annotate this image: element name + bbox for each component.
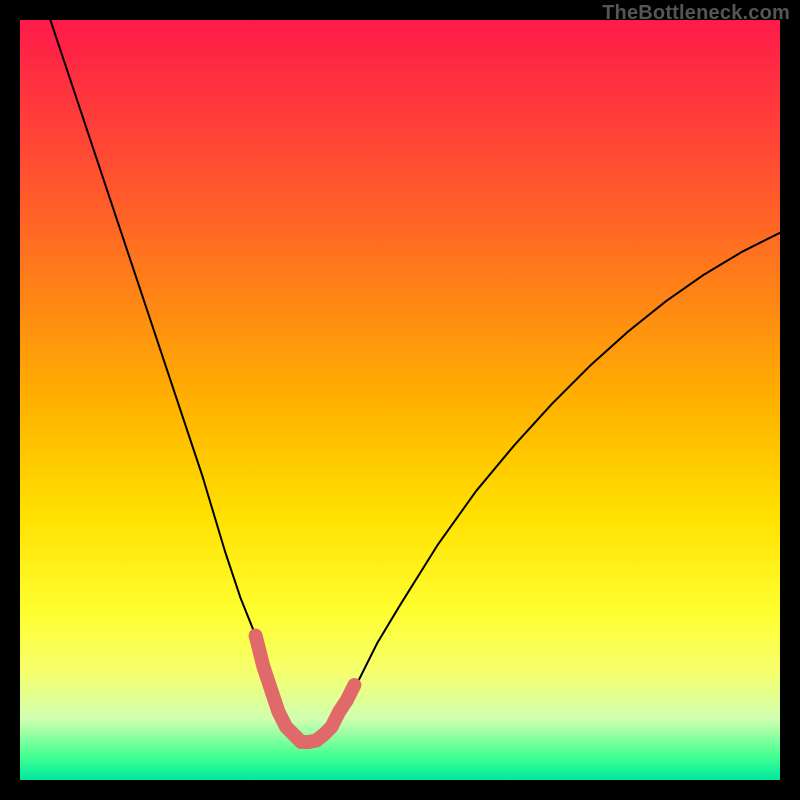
plot-area	[20, 20, 780, 780]
chart-overlay	[20, 20, 780, 780]
watermark-text: TheBottleneck.com	[602, 2, 790, 25]
series-pink-segment	[256, 636, 355, 742]
pink-segment-path	[256, 636, 355, 742]
series-black-curve	[50, 20, 780, 742]
chart-frame: TheBottleneck.com	[0, 0, 800, 800]
black-curve-path	[50, 20, 780, 742]
